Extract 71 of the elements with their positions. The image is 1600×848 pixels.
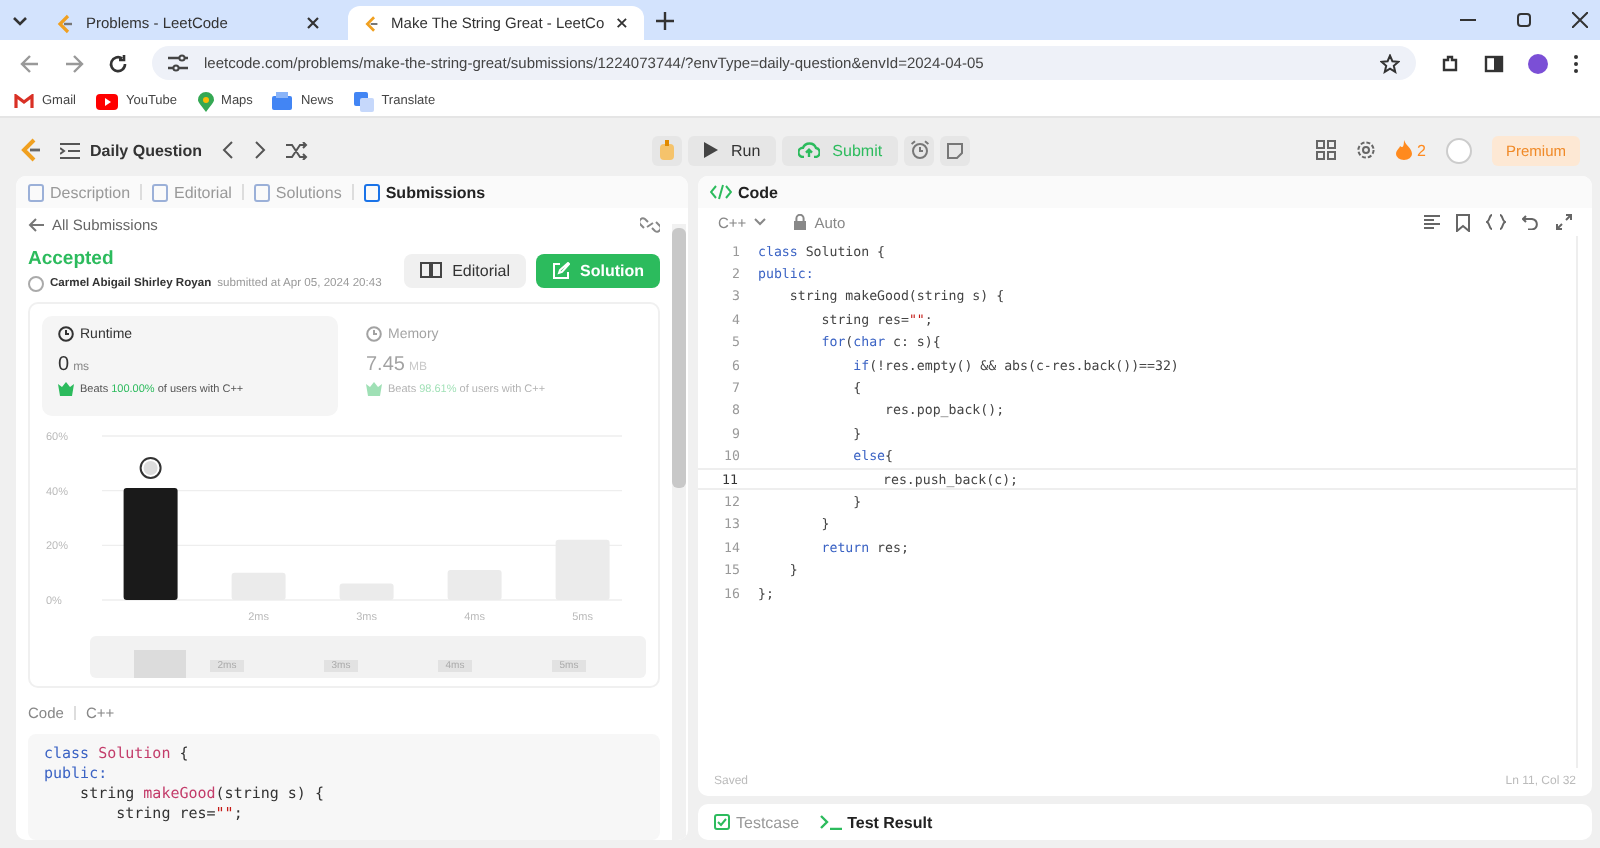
link-icon[interactable] xyxy=(640,216,660,234)
reload-icon[interactable] xyxy=(108,53,128,73)
arrow-left-icon xyxy=(28,218,44,232)
profile-avatar[interactable] xyxy=(1528,53,1548,73)
forward-icon[interactable] xyxy=(64,53,84,73)
terminal-icon xyxy=(819,814,842,830)
book-icon xyxy=(420,262,443,278)
checkbox-icon xyxy=(714,814,730,830)
lock-icon xyxy=(794,214,807,230)
logo-icon xyxy=(364,13,380,33)
layout-icon[interactable] xyxy=(1315,140,1336,160)
settings-icon[interactable] xyxy=(1355,140,1376,160)
status-text: Accepted xyxy=(28,248,116,270)
tab-icon xyxy=(28,183,44,201)
notes-button[interactable] xyxy=(940,135,971,165)
news-icon xyxy=(272,92,293,110)
expand-icon[interactable] xyxy=(1556,214,1572,230)
logo-icon xyxy=(56,13,74,33)
play-icon xyxy=(704,142,719,158)
logo-icon[interactable] xyxy=(20,138,40,162)
stat-value: 0 xyxy=(58,354,70,376)
stat-value: 7.45 xyxy=(366,354,405,376)
overview-bar xyxy=(134,650,186,678)
shuffle-icon[interactable] xyxy=(286,141,309,159)
author-avatar xyxy=(28,276,44,292)
run-button[interactable]: Run xyxy=(688,135,777,165)
chevron-left-icon[interactable] xyxy=(222,140,235,160)
restore-icon[interactable] xyxy=(1516,12,1532,28)
note-icon xyxy=(946,141,965,159)
undo-icon[interactable] xyxy=(1522,214,1540,230)
clock-icon xyxy=(58,326,74,342)
panel-tab[interactable]: Test Result xyxy=(819,813,933,831)
new-tab-icon[interactable] xyxy=(656,11,674,29)
panel-tab[interactable]: Submissions xyxy=(363,183,486,201)
map-pin-icon xyxy=(197,91,214,111)
flame-icon xyxy=(1395,140,1412,160)
back-icon[interactable] xyxy=(20,53,40,73)
tab-icon xyxy=(152,183,169,201)
list-icon xyxy=(60,141,80,159)
tab-list-icon[interactable] xyxy=(12,12,28,28)
badge-icon xyxy=(366,382,382,396)
play-icon xyxy=(95,93,118,109)
tab-icon xyxy=(253,183,270,201)
braces-icon[interactable] xyxy=(1486,214,1506,230)
problem-list-button[interactable]: Daily Question xyxy=(60,141,203,159)
more-icon[interactable] xyxy=(1572,53,1580,73)
user-marker-icon xyxy=(139,456,162,479)
cloud-upload-icon xyxy=(798,142,821,158)
side-panel-icon[interactable] xyxy=(1484,53,1504,73)
close-icon[interactable] xyxy=(1572,12,1588,28)
alarm-clock-icon xyxy=(909,140,930,160)
code-icon xyxy=(710,184,732,200)
chevron-right-icon[interactable] xyxy=(254,140,267,160)
star-icon[interactable] xyxy=(1380,53,1400,73)
panel-tab[interactable]: Code xyxy=(710,183,778,201)
mail-icon xyxy=(14,93,34,109)
edit-icon xyxy=(552,261,570,279)
timer-button[interactable] xyxy=(904,135,935,165)
editorial-button[interactable]: Editorial xyxy=(404,253,526,287)
scrollbar[interactable] xyxy=(672,224,686,840)
badge-icon xyxy=(58,382,74,396)
translate-icon xyxy=(353,91,374,111)
histogram-bar[interactable] xyxy=(123,487,178,600)
tab-icon xyxy=(363,183,380,201)
close-icon[interactable] xyxy=(306,16,320,30)
extensions-icon[interactable] xyxy=(1440,53,1460,73)
chevron-down-icon xyxy=(754,218,767,226)
format-icon[interactable] xyxy=(1424,214,1440,230)
bookmark-icon[interactable] xyxy=(1456,213,1470,231)
close-icon[interactable] xyxy=(616,16,628,30)
site-settings-icon[interactable] xyxy=(168,54,188,72)
